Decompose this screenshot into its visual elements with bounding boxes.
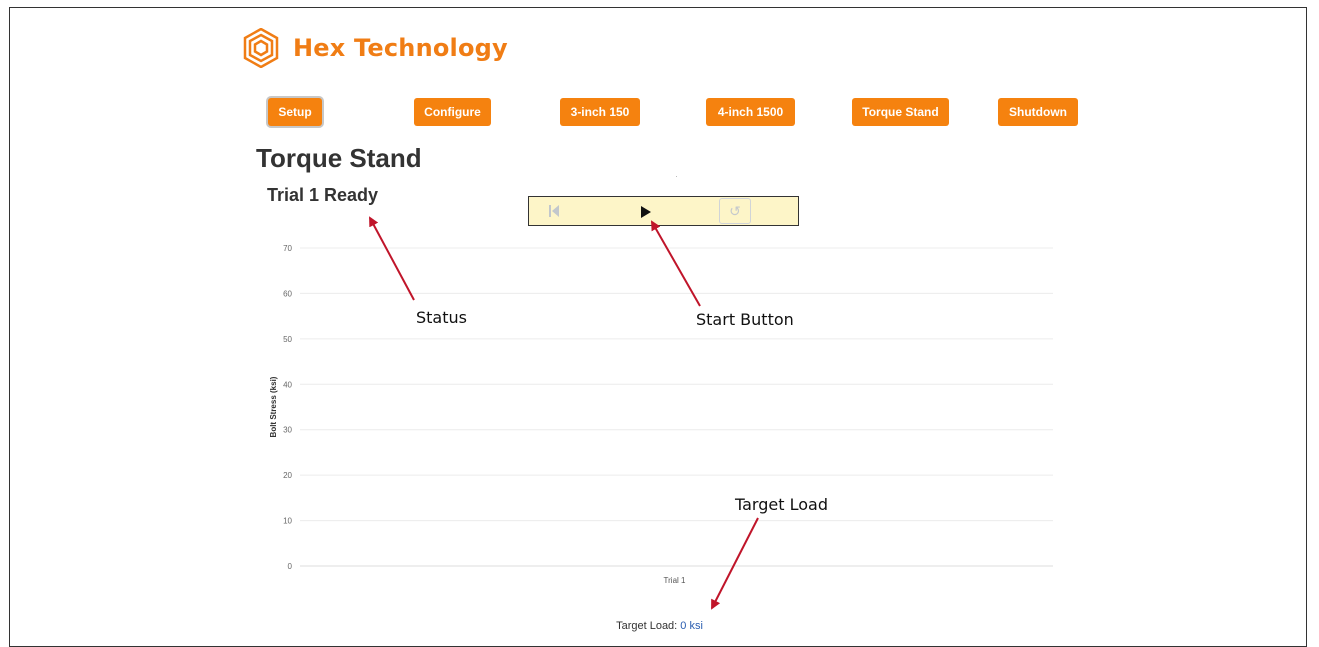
target-load-arrow [711,517,759,610]
bolt-stress-chart: 0 10 20 30 40 50 60 70 Bolt Stress (ksi) Trial 1 [269,216,1053,610]
target-load-value: 0 ksi [680,620,703,632]
y-tick-label: 30 [283,426,292,435]
y-tick-label: 50 [283,335,292,344]
status-arrow [369,216,415,301]
target-load-annotation: Target Load [735,495,828,514]
status-annotation: Status [416,308,467,327]
y-tick-label: 60 [283,289,292,298]
y-tick-label: 20 [283,471,292,480]
y-axis-label: Bolt Stress (ksi) [269,376,278,437]
x-tick-label: Trial 1 [664,576,686,585]
y-tick-label: 40 [283,380,292,389]
target-load-label: Target Load: [616,620,678,632]
y-tick-label: 10 [283,517,292,526]
y-tick-label: 0 [288,562,293,571]
target-load-readout: Target Load: 0 ksi [0,620,1319,632]
y-tick-label: 70 [283,244,292,253]
start-button-annotation: Start Button [696,310,794,329]
